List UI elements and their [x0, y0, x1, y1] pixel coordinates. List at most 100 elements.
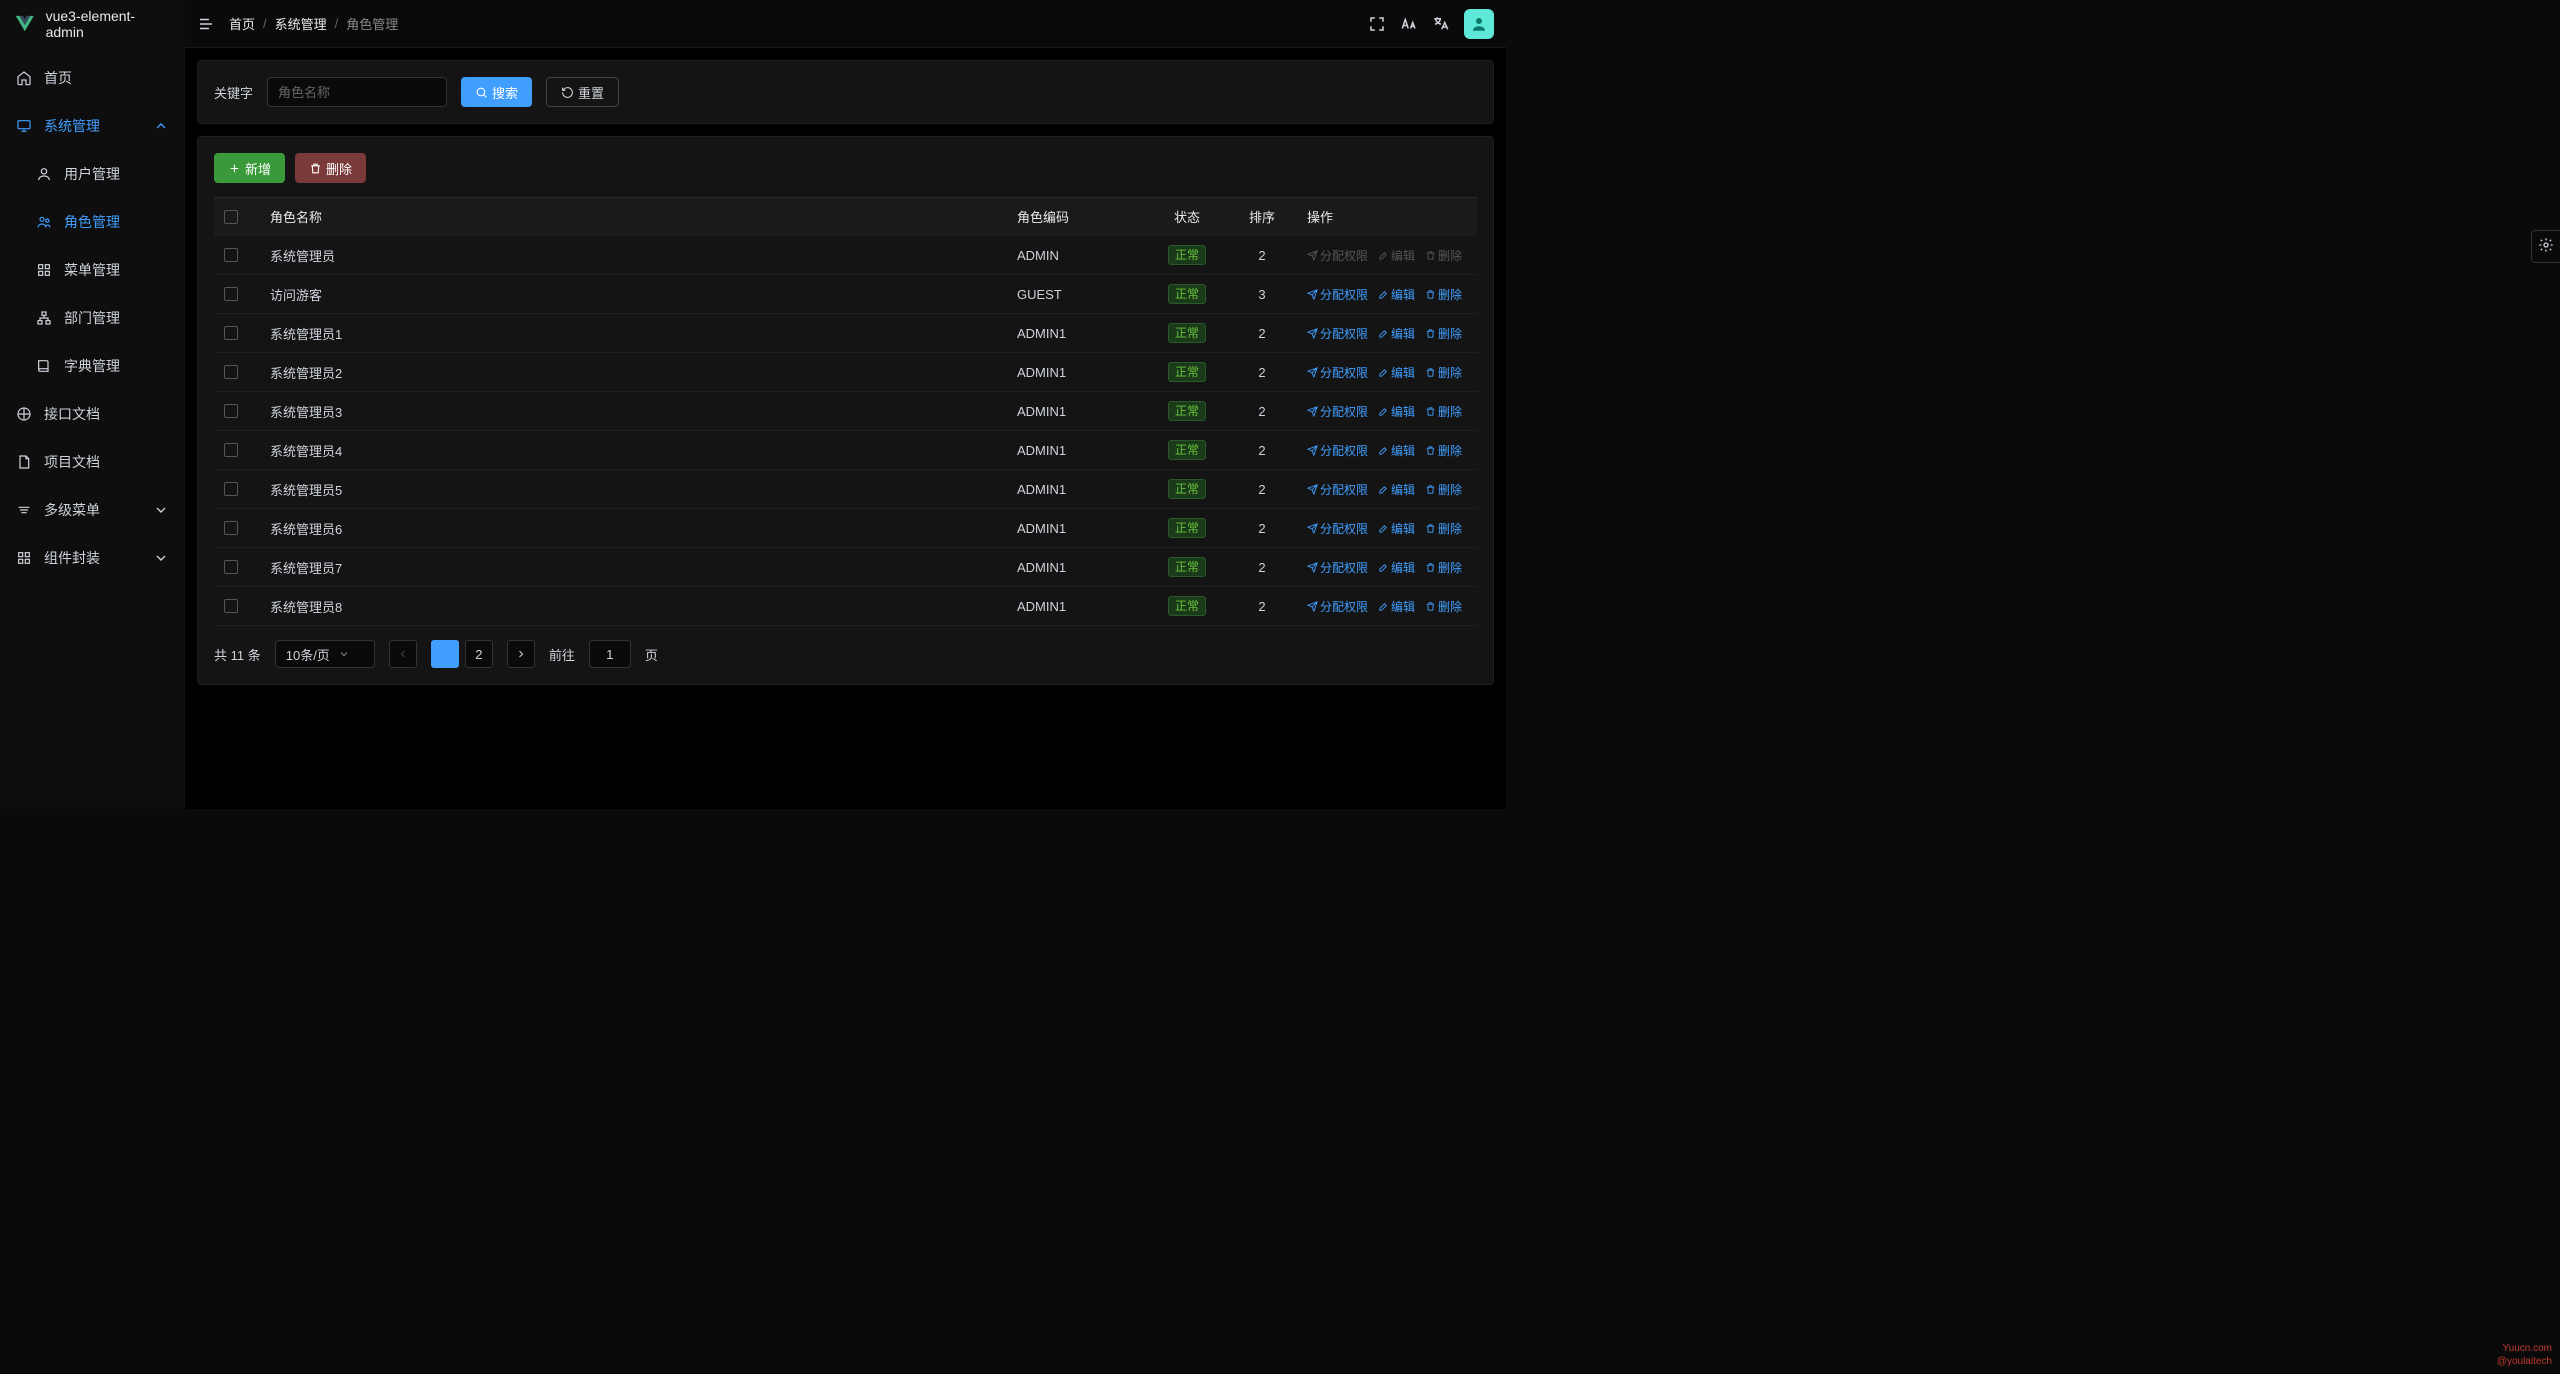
- delete-link[interactable]: 删除: [1425, 559, 1462, 576]
- edit-link[interactable]: 编辑: [1378, 286, 1415, 303]
- assign-perms-link[interactable]: 分配权限: [1307, 598, 1368, 615]
- assign-perms-link[interactable]: 分配权限: [1307, 442, 1368, 459]
- row-checkbox[interactable]: [224, 521, 238, 535]
- assign-perms-link[interactable]: 分配权限: [1307, 403, 1368, 420]
- fontsize-icon[interactable]: [1400, 15, 1418, 33]
- menu-home[interactable]: 首页: [0, 54, 185, 102]
- cell-sort: 2: [1227, 548, 1297, 587]
- delete-link[interactable]: 删除: [1425, 520, 1462, 537]
- edit-link[interactable]: 编辑: [1378, 559, 1415, 576]
- menu-components[interactable]: 组件封装: [0, 534, 185, 582]
- edit-link[interactable]: 编辑: [1378, 481, 1415, 498]
- edit-link[interactable]: 编辑: [1378, 598, 1415, 615]
- row-checkbox[interactable]: [224, 326, 238, 340]
- col-status: 状态: [1147, 198, 1227, 236]
- row-checkbox[interactable]: [224, 560, 238, 574]
- row-checkbox[interactable]: [224, 365, 238, 379]
- menu-menu-mgmt[interactable]: 菜单管理: [0, 246, 185, 294]
- select-all-checkbox[interactable]: [224, 210, 238, 224]
- trash-icon: [1425, 289, 1436, 300]
- layers-icon: [16, 502, 32, 518]
- menu-dept[interactable]: 部门管理: [0, 294, 185, 342]
- row-checkbox[interactable]: [224, 443, 238, 457]
- table-row: 系统管理员7ADMIN1正常2分配权限编辑删除: [214, 548, 1477, 587]
- page-size-select[interactable]: 10条/页: [275, 640, 375, 668]
- assign-perms-link[interactable]: 分配权限: [1307, 325, 1368, 342]
- language-icon[interactable]: [1432, 15, 1450, 33]
- edit-icon: [1378, 523, 1389, 534]
- delete-link[interactable]: 删除: [1425, 325, 1462, 342]
- delete-link[interactable]: 删除: [1425, 598, 1462, 615]
- page-1-button[interactable]: 1: [431, 640, 459, 668]
- delete-button[interactable]: 删除: [295, 153, 366, 183]
- cell-code: ADMIN1: [1007, 314, 1147, 353]
- edit-icon: [1378, 250, 1389, 261]
- assign-perms-link[interactable]: 分配权限: [1307, 364, 1368, 381]
- row-checkbox[interactable]: [224, 404, 238, 418]
- goto-input[interactable]: [589, 640, 631, 668]
- edit-icon: [1378, 601, 1389, 612]
- menu-proj-doc[interactable]: 项目文档: [0, 438, 185, 486]
- cell-name: 系统管理员4: [260, 431, 1007, 470]
- delete-link[interactable]: 删除: [1425, 286, 1462, 303]
- menu-api-doc[interactable]: 接口文档: [0, 390, 185, 438]
- chevron-down-icon: [153, 550, 169, 566]
- menu-role[interactable]: 角色管理: [0, 198, 185, 246]
- settings-handle[interactable]: [2531, 230, 2560, 263]
- table-row: 系统管理员2ADMIN1正常2分配权限编辑删除: [214, 353, 1477, 392]
- cell-name: 访问游客: [260, 275, 1007, 314]
- cell-code: ADMIN1: [1007, 470, 1147, 509]
- edit-link[interactable]: 编辑: [1378, 442, 1415, 459]
- avatar[interactable]: [1464, 9, 1494, 39]
- assign-perms-link[interactable]: 分配权限: [1307, 559, 1368, 576]
- menu-system[interactable]: 系统管理: [0, 102, 185, 150]
- cell-name: 系统管理员3: [260, 392, 1007, 431]
- logo[interactable]: vue3-element-admin: [0, 0, 185, 48]
- cell-code: ADMIN1: [1007, 548, 1147, 587]
- cell-code: ADMIN1: [1007, 392, 1147, 431]
- menu: 首页系统管理用户管理角色管理菜单管理部门管理字典管理接口文档项目文档多级菜单组件…: [0, 48, 185, 809]
- table-row: 访问游客GUEST正常3分配权限编辑删除: [214, 275, 1477, 314]
- edit-link[interactable]: 编辑: [1378, 520, 1415, 537]
- plus-icon: [228, 162, 241, 175]
- cell-code: ADMIN1: [1007, 431, 1147, 470]
- search-button[interactable]: 搜索: [461, 77, 532, 107]
- next-page-button[interactable]: [507, 640, 535, 668]
- row-checkbox[interactable]: [224, 599, 238, 613]
- pagination: 共 11 条 10条/页 12 前往 页: [214, 640, 1477, 668]
- trash-icon: [1425, 445, 1436, 456]
- keyword-input[interactable]: [267, 77, 447, 107]
- menu-multi-menu[interactable]: 多级菜单: [0, 486, 185, 534]
- edit-link[interactable]: 编辑: [1378, 403, 1415, 420]
- page-suffix: 页: [645, 645, 658, 664]
- send-icon: [1307, 367, 1318, 378]
- delete-link[interactable]: 删除: [1425, 364, 1462, 381]
- delete-link: 删除: [1425, 247, 1462, 264]
- page-2-button[interactable]: 2: [465, 640, 493, 668]
- menu-dict[interactable]: 字典管理: [0, 342, 185, 390]
- cell-name: 系统管理员5: [260, 470, 1007, 509]
- menu-user[interactable]: 用户管理: [0, 150, 185, 198]
- assign-perms-link[interactable]: 分配权限: [1307, 286, 1368, 303]
- assign-perms-link[interactable]: 分配权限: [1307, 520, 1368, 537]
- edit-link[interactable]: 编辑: [1378, 364, 1415, 381]
- row-checkbox[interactable]: [224, 482, 238, 496]
- delete-link[interactable]: 删除: [1425, 403, 1462, 420]
- add-button[interactable]: 新增: [214, 153, 285, 183]
- reset-button[interactable]: 重置: [546, 77, 619, 107]
- breadcrumb: 首页/系统管理/角色管理: [229, 14, 398, 33]
- fullscreen-icon[interactable]: [1368, 15, 1386, 33]
- prev-page-button[interactable]: [389, 640, 417, 668]
- delete-link[interactable]: 删除: [1425, 481, 1462, 498]
- trash-icon: [1425, 250, 1436, 261]
- crumb[interactable]: 系统管理: [275, 14, 327, 33]
- keyword-label: 关键字: [214, 83, 253, 102]
- edit-link[interactable]: 编辑: [1378, 325, 1415, 342]
- assign-perms-link[interactable]: 分配权限: [1307, 481, 1368, 498]
- row-checkbox[interactable]: [224, 287, 238, 301]
- delete-link[interactable]: 删除: [1425, 442, 1462, 459]
- crumb[interactable]: 首页: [229, 14, 255, 33]
- assign-perms-link: 分配权限: [1307, 247, 1368, 264]
- row-checkbox[interactable]: [224, 248, 238, 262]
- hamburger-icon[interactable]: [197, 15, 215, 33]
